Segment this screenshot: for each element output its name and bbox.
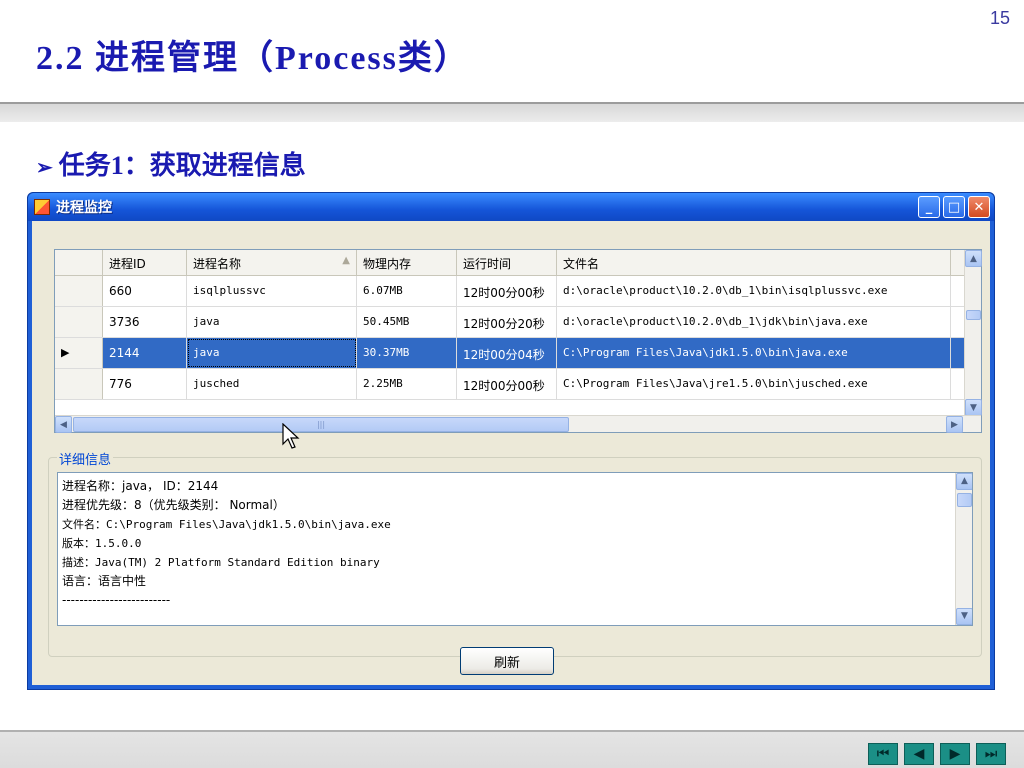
detail-line: 文件名：C:\Program Files\Java\jdk1.5.0\bin\j…	[62, 518, 391, 531]
window-controls: _ □ ✕	[918, 196, 990, 218]
close-button[interactable]: ✕	[968, 196, 990, 218]
cell-name[interactable]: java	[187, 338, 357, 368]
cell-pid[interactable]: 660	[103, 276, 187, 306]
scroll-left-icon[interactable]: ◀	[55, 416, 72, 433]
cell-memory[interactable]: 2.25MB	[357, 369, 457, 399]
row-header[interactable]	[55, 276, 103, 306]
cell-filename[interactable]: d:\oracle\product\10.2.0\db_1\bin\isqlpl…	[557, 276, 951, 306]
title-divider	[0, 102, 1024, 122]
cell-name[interactable]: java	[187, 307, 357, 337]
cell-memory[interactable]: 30.37MB	[357, 338, 457, 368]
scroll-down-icon[interactable]: ▼	[956, 608, 972, 625]
cell-runtime[interactable]: 12时00分04秒	[457, 338, 557, 368]
minimize-button[interactable]: _	[918, 196, 940, 218]
arrow-bullet-icon: ➢	[36, 157, 53, 179]
row-header-current-icon[interactable]: ▶	[55, 338, 103, 368]
task-heading: ➢ 任务1：获取进程信息	[36, 145, 306, 182]
next-slide-icon[interactable]: ▶	[940, 743, 970, 765]
grid-horizontal-scroll-thumb[interactable]: |||	[73, 417, 569, 432]
detail-line: 语言：语言中性	[62, 574, 147, 588]
column-header-memory[interactable]: 物理内存	[357, 250, 457, 275]
cell-pid[interactable]: 2144	[103, 338, 187, 368]
window-titlebar[interactable]: 进程监控 _ □ ✕	[28, 193, 994, 221]
scroll-right-icon[interactable]: ▶	[946, 416, 963, 433]
detail-line: 进程优先级：8（优先级类别： Normal）	[62, 498, 285, 512]
grid-header: 进程ID 进程名称 ▲ 物理内存 运行时间 文件名	[55, 250, 981, 276]
mouse-pointer-icon	[282, 423, 300, 449]
process-grid[interactable]: 进程ID 进程名称 ▲ 物理内存 运行时间 文件名 660 isqlplussvc…	[54, 249, 982, 433]
row-header[interactable]	[55, 307, 103, 337]
detail-line: 描述：Java(TM) 2 Platform Standard Edition …	[62, 556, 380, 569]
cell-name[interactable]: jusched	[187, 369, 357, 399]
row-header-corner	[55, 250, 103, 275]
window-title: 进程监控	[56, 200, 112, 216]
scroll-grip-icon: |||	[316, 420, 326, 429]
grid-horizontal-scrollbar[interactable]: ◀ ||| ▶	[55, 415, 981, 433]
cell-memory[interactable]: 50.45MB	[357, 307, 457, 337]
slide-title: 2.2 进程管理（Process类）	[36, 40, 470, 77]
details-groupbox: 详细信息 进程名称：java， ID：2144 进程优先级：8（优先级类别： N…	[48, 449, 982, 657]
grid-vertical-scroll-thumb[interactable]	[966, 310, 981, 320]
window-client-area: 进程ID 进程名称 ▲ 物理内存 运行时间 文件名 660 isqlplussvc…	[32, 221, 990, 685]
cell-filename[interactable]: C:\Program Files\Java\jre1.5.0\bin\jusch…	[557, 369, 951, 399]
cell-pid[interactable]: 3736	[103, 307, 187, 337]
table-row[interactable]: 776 jusched 2.25MB 12时00分00秒 C:\Program …	[55, 369, 981, 400]
details-textbox[interactable]: 进程名称：java， ID：2144 进程优先级：8（优先级类别： Normal…	[57, 472, 973, 626]
column-header-runtime[interactable]: 运行时间	[457, 250, 557, 275]
task-text: 任务1：获取进程信息	[58, 151, 306, 180]
process-monitor-window: 进程监控 _ □ ✕ 进程ID 进程名称 ▲ 物理内存 运行时间 文件名 660 …	[27, 192, 995, 690]
detail-line: 版本：1.5.0.0	[62, 537, 142, 550]
last-slide-icon[interactable]: ⏭	[976, 743, 1006, 765]
cell-runtime[interactable]: 12时00分20秒	[457, 307, 557, 337]
cell-filename[interactable]: d:\oracle\product\10.2.0\db_1\jdk\bin\ja…	[557, 307, 951, 337]
sort-ascending-icon: ▲	[342, 255, 350, 266]
cell-runtime[interactable]: 12时00分00秒	[457, 369, 557, 399]
details-group-label: 详细信息	[57, 449, 114, 468]
table-row-selected[interactable]: ▶ 2144 java 30.37MB 12时00分04秒 C:\Program…	[55, 338, 981, 369]
cell-memory[interactable]: 6.07MB	[357, 276, 457, 306]
details-scroll-thumb[interactable]	[957, 493, 972, 507]
column-header-pid[interactable]: 进程ID	[103, 250, 187, 275]
detail-line: -------------------------	[62, 593, 171, 607]
maximize-button[interactable]: □	[943, 196, 965, 218]
column-header-name[interactable]: 进程名称 ▲	[187, 250, 357, 275]
column-header-filename[interactable]: 文件名	[557, 250, 951, 275]
cell-runtime[interactable]: 12时00分00秒	[457, 276, 557, 306]
cell-name[interactable]: isqlplussvc	[187, 276, 357, 306]
table-row[interactable]: 660 isqlplussvc 6.07MB 12时00分00秒 d:\orac…	[55, 276, 981, 307]
scroll-up-icon[interactable]: ▲	[956, 473, 972, 490]
scroll-down-icon[interactable]: ▼	[965, 399, 982, 416]
cell-filename[interactable]: C:\Program Files\Java\jdk1.5.0\bin\java.…	[557, 338, 951, 368]
first-slide-icon[interactable]: ⏮	[868, 743, 898, 765]
slide-navigation: ⏮ ◀ ▶ ⏭	[868, 743, 1006, 765]
refresh-button[interactable]: 刷新	[460, 647, 554, 675]
row-header[interactable]	[55, 369, 103, 399]
page-number: 15	[989, 8, 1010, 28]
column-header-name-label: 进程名称	[193, 257, 242, 271]
scroll-up-icon[interactable]: ▲	[965, 250, 982, 267]
details-vertical-scrollbar[interactable]: ▲ ▼	[955, 473, 972, 625]
previous-slide-icon[interactable]: ◀	[904, 743, 934, 765]
app-icon	[34, 199, 50, 215]
grid-vertical-scrollbar[interactable]: ▲ ▼	[964, 250, 982, 416]
table-row[interactable]: 3736 java 50.45MB 12时00分20秒 d:\oracle\pr…	[55, 307, 981, 338]
detail-line: 进程名称：java， ID：2144	[62, 479, 219, 493]
cell-pid[interactable]: 776	[103, 369, 187, 399]
